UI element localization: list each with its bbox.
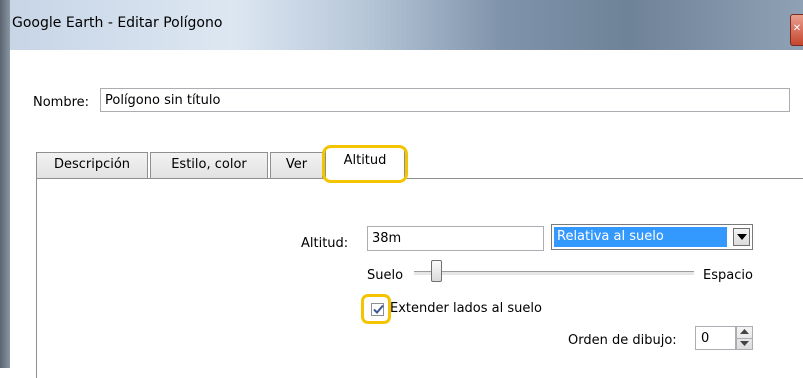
tab-label: Ver	[285, 157, 308, 172]
tab-label: Estilo, color	[171, 157, 247, 172]
title-bar[interactable]: Google Earth - Editar Polígono ✕	[10, 0, 803, 50]
dialog-body: Nombre: Descripción Estilo, color Ver Al…	[10, 50, 803, 378]
tab-estilo-color[interactable]: Estilo, color	[150, 152, 268, 178]
dropdown-button[interactable]	[733, 228, 750, 246]
extend-sides-label[interactable]: Extender lados al suelo	[390, 301, 542, 316]
tab-altitud[interactable]: Altitud	[325, 147, 405, 179]
slider-max-label: Espacio	[703, 268, 753, 283]
altitude-slider-track[interactable]	[414, 271, 694, 276]
draw-order-label: Orden de dibujo:	[568, 333, 677, 348]
close-button[interactable]: ✕	[790, 14, 803, 46]
chevron-down-icon	[737, 234, 747, 240]
extend-sides-checkbox[interactable]	[371, 303, 384, 316]
altitude-slider-thumb[interactable]	[431, 260, 442, 282]
altitude-mode-select[interactable]: Relativa al suelo	[551, 224, 753, 250]
tab-label: Descripción	[53, 157, 131, 172]
altitude-mode-value: Relativa al suelo	[554, 227, 727, 247]
window-title: Google Earth - Editar Polígono	[12, 15, 223, 31]
tab-label: Altitud	[343, 153, 387, 168]
altitude-input[interactable]	[367, 226, 544, 251]
draw-order-spinner[interactable]	[736, 326, 753, 350]
spin-up-icon	[740, 329, 749, 334]
name-label: Nombre:	[33, 95, 90, 110]
checkmark-icon	[373, 304, 384, 314]
spin-down-icon	[740, 341, 749, 346]
name-input[interactable]	[100, 88, 790, 112]
slider-min-label: Suelo	[367, 268, 404, 283]
altitude-label: Altitud:	[301, 236, 349, 251]
draw-order-input[interactable]	[695, 326, 736, 350]
tab-ver[interactable]: Ver	[270, 152, 323, 178]
altitude-panel	[36, 178, 803, 378]
close-icon: ✕	[792, 23, 802, 34]
window-edge	[0, 0, 10, 368]
tab-descripcion[interactable]: Descripción	[36, 152, 148, 178]
